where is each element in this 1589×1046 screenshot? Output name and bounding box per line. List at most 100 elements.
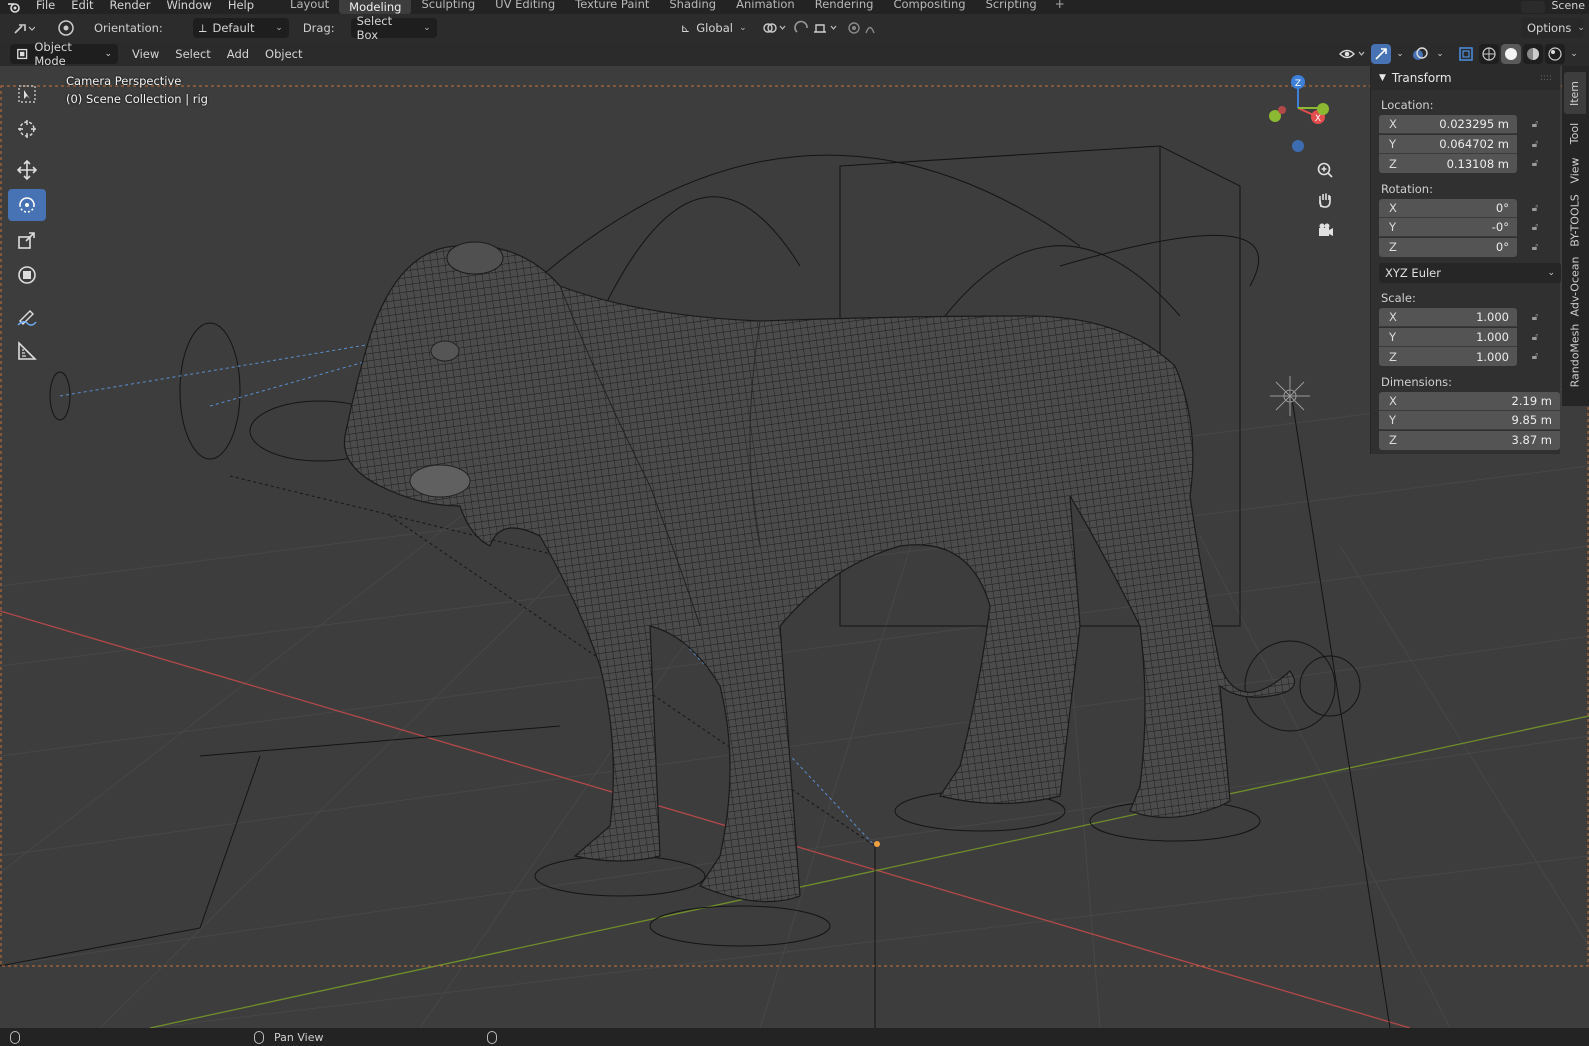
navigation-gizmo[interactable]: Z X bbox=[1268, 72, 1348, 162]
orientation-value: Default bbox=[212, 21, 255, 35]
scene-name[interactable]: Scene bbox=[1551, 0, 1585, 12]
select-box-tool[interactable] bbox=[8, 78, 46, 110]
menu-window[interactable]: Window bbox=[158, 0, 219, 11]
transform-pivot-icon[interactable] bbox=[54, 18, 78, 38]
object-mode-dropdown[interactable]: Object Mode ⌄ bbox=[10, 40, 118, 68]
lock-icon[interactable]: 🔓︎ bbox=[1517, 139, 1553, 150]
tab-shading[interactable]: Shading bbox=[659, 0, 726, 14]
menu-edit[interactable]: Edit bbox=[63, 0, 101, 11]
menu-add[interactable]: Add bbox=[219, 47, 257, 61]
dimensions-label: Dimensions: bbox=[1381, 374, 1452, 389]
gizmo-toggle-icon[interactable] bbox=[1371, 44, 1391, 64]
menu-view[interactable]: View bbox=[124, 47, 167, 61]
transform-orientation-dropdown[interactable]: ⊾ Global ⌄ bbox=[675, 18, 753, 38]
tab-sculpting[interactable]: Sculpting bbox=[411, 0, 485, 14]
rotation-x-field[interactable]: X 0° bbox=[1379, 198, 1517, 218]
add-workspace-button[interactable]: + bbox=[1047, 0, 1073, 14]
lock-icon[interactable]: 🔓︎ bbox=[1517, 222, 1553, 233]
sidebar-tab-tool[interactable]: Tool bbox=[1564, 116, 1586, 150]
dimensions-x-field[interactable]: X 2.19 m bbox=[1379, 391, 1560, 411]
sidebar-tab-item[interactable]: Item bbox=[1564, 72, 1586, 114]
lock-icon[interactable]: 🔓︎ bbox=[1517, 312, 1553, 323]
location-label: Location: bbox=[1381, 98, 1434, 112]
lock-icon[interactable]: 🔓︎ bbox=[1517, 351, 1553, 362]
annotate-tool[interactable] bbox=[8, 300, 46, 332]
3d-viewport[interactable]: Camera Perspective (0) Scene Collection … bbox=[0, 66, 1589, 1028]
rendered-shading-icon[interactable] bbox=[1545, 44, 1565, 64]
move-tool[interactable] bbox=[8, 154, 46, 186]
object-mode-label: Object Mode bbox=[34, 40, 72, 68]
scene-browse-button[interactable] bbox=[1521, 1, 1546, 13]
solid-shading-icon[interactable] bbox=[1501, 44, 1521, 64]
drag-label: Drag: bbox=[302, 21, 335, 35]
measure-ruler-icon bbox=[18, 341, 37, 360]
tab-texture-paint[interactable]: Texture Paint bbox=[565, 0, 659, 14]
rotation-mode-dropdown[interactable]: XYZ Euler ⌄ bbox=[1379, 263, 1561, 283]
pan-view-hand-icon[interactable] bbox=[1311, 186, 1339, 214]
transform-panel-header[interactable]: ▼ Transform :::: bbox=[1371, 66, 1560, 90]
menu-select[interactable]: Select bbox=[167, 47, 218, 61]
measure-tool[interactable] bbox=[8, 335, 46, 367]
scale-y-field[interactable]: Y 1.000 bbox=[1379, 327, 1517, 347]
menu-object[interactable]: Object bbox=[257, 47, 310, 61]
orientation-dropdown[interactable]: ⟂ Default ⌄ bbox=[192, 18, 289, 38]
xray-toggle-icon[interactable] bbox=[1455, 44, 1477, 64]
options-dropdown[interactable]: Options ⌄ bbox=[1521, 18, 1585, 38]
location-y-field[interactable]: Y 0.064702 m bbox=[1379, 134, 1517, 154]
drag-dropdown[interactable]: Select Box ⌄ bbox=[350, 14, 437, 42]
tab-rendering[interactable]: Rendering bbox=[805, 0, 884, 14]
sidebar-tab-randomesh[interactable]: RandoMesh bbox=[1564, 322, 1586, 388]
chevron-down-icon[interactable]: ⌄ bbox=[1393, 44, 1407, 64]
proportional-editing-icon[interactable] bbox=[845, 18, 887, 38]
tab-uv-editing[interactable]: UV Editing bbox=[485, 0, 565, 14]
lock-icon[interactable]: 🔓︎ bbox=[1517, 158, 1553, 169]
wireframe-shading-icon[interactable] bbox=[1479, 44, 1499, 64]
scale-z-field[interactable]: Z 1.000 bbox=[1379, 347, 1517, 367]
scale-tool[interactable] bbox=[8, 224, 46, 256]
scale-x-field[interactable]: X 1.000 bbox=[1379, 308, 1517, 328]
lock-icon[interactable]: 🔓︎ bbox=[1517, 119, 1553, 130]
cursor-tool[interactable] bbox=[8, 113, 46, 145]
tab-layout[interactable]: Layout bbox=[280, 0, 339, 14]
lock-icon[interactable]: 🔓︎ bbox=[1517, 242, 1553, 253]
visibility-eye-icon[interactable] bbox=[1337, 44, 1369, 64]
rotation-z-field[interactable]: Z 0° bbox=[1379, 237, 1517, 257]
left-mouse-icon bbox=[10, 1030, 20, 1044]
rotate-tool[interactable] bbox=[8, 189, 46, 221]
camera-view-icon[interactable] bbox=[1311, 216, 1339, 244]
sidebar-tab-item-label: Item bbox=[1568, 80, 1582, 106]
tab-compositing[interactable]: Compositing bbox=[883, 0, 975, 14]
rotation-y-field[interactable]: Y -0° bbox=[1379, 218, 1517, 238]
material-shading-icon[interactable] bbox=[1523, 44, 1543, 64]
lock-icon[interactable]: 🔓︎ bbox=[1517, 332, 1553, 343]
location-x-field[interactable]: X 0.023295 m bbox=[1379, 115, 1517, 135]
overlays-toggle-icon[interactable] bbox=[1409, 44, 1431, 64]
tab-scripting[interactable]: Scripting bbox=[976, 0, 1047, 14]
chevron-down-icon[interactable]: ⌄ bbox=[1567, 44, 1581, 64]
tab-modeling[interactable]: Modeling bbox=[339, 0, 412, 14]
workspace-tabs: Layout Modeling Sculpting UV Editing Tex… bbox=[280, 0, 1073, 14]
dimensions-y-field[interactable]: Y 9.85 m bbox=[1379, 411, 1560, 431]
light-icon bbox=[1270, 376, 1310, 416]
move-arrows-icon bbox=[16, 159, 38, 181]
menu-help[interactable]: Help bbox=[220, 0, 262, 11]
blender-logo-icon[interactable] bbox=[0, 0, 28, 14]
sidebar-tab-view[interactable]: View bbox=[1564, 152, 1586, 188]
sidebar-tab-adv-ocean[interactable]: Adv-Ocean bbox=[1564, 252, 1586, 320]
snap-toggle-icon[interactable] bbox=[793, 18, 841, 38]
menu-render[interactable]: Render bbox=[102, 0, 159, 11]
transform-tool[interactable] bbox=[8, 259, 46, 291]
menu-file[interactable]: File bbox=[28, 0, 63, 11]
chevron-down-icon[interactable]: ⌄ bbox=[1433, 44, 1447, 64]
editor-type-icon[interactable] bbox=[8, 18, 40, 38]
zoom-view-icon[interactable] bbox=[1311, 156, 1339, 184]
location-z-field[interactable]: Z 0.13108 m bbox=[1379, 154, 1517, 174]
tab-animation[interactable]: Animation bbox=[726, 0, 805, 14]
scene-canvas[interactable] bbox=[0, 66, 1589, 1028]
dimensions-z-field[interactable]: Z 3.87 m bbox=[1379, 430, 1560, 450]
drag-grip-icon[interactable]: :::: bbox=[1540, 73, 1552, 83]
location-z-value: 0.13108 m bbox=[1446, 156, 1509, 171]
lock-icon[interactable]: 🔓︎ bbox=[1517, 203, 1553, 214]
sidebar-tab-by-tools[interactable]: BY-TOOLS bbox=[1564, 190, 1586, 250]
pivot-point-icon[interactable] bbox=[759, 18, 789, 38]
